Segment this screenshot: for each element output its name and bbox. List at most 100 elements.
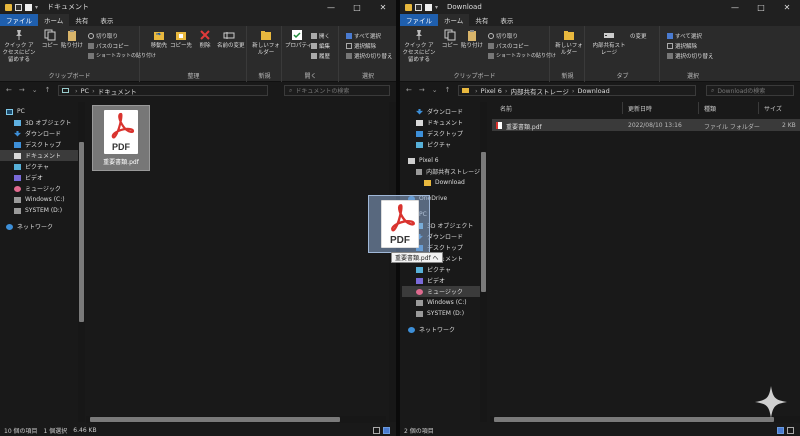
sidebar-item-pictures[interactable]: ピクチャ (0, 161, 78, 172)
file-item-selected[interactable]: PDF 重要書類.pdf (92, 105, 150, 171)
chevron-down-icon[interactable]: ▾ (35, 4, 41, 11)
tab-file[interactable]: ファイル (0, 14, 38, 26)
column-header-date[interactable]: 更新日時 (628, 103, 652, 113)
scrollbar-thumb[interactable] (79, 142, 84, 322)
sidebar-item-download[interactable]: ダウンロード (0, 128, 78, 139)
column-divider[interactable] (698, 102, 699, 114)
breadcrumb-pixel6[interactable]: Pixel 6 (481, 87, 502, 95)
paste-shortcut-button[interactable]: ショートカットの貼り付け (488, 52, 556, 59)
select-none-button[interactable]: 選択解除 (346, 42, 376, 50)
sidebar-item-music[interactable]: ミュージック (402, 286, 480, 297)
invert-selection-button[interactable]: 選択の切り替え (346, 52, 393, 60)
select-all-button[interactable]: すべて選択 (667, 32, 702, 40)
edit-button[interactable]: 編集 (311, 42, 330, 50)
sidebar-item-video[interactable]: ビデオ (0, 172, 78, 183)
sidebar-item-music[interactable]: ミュージック (0, 183, 78, 194)
sidebar-item-drive[interactable]: Windows (C:) (0, 194, 78, 205)
sidebar-item-network[interactable]: ネットワーク (0, 221, 78, 232)
tab-share[interactable]: 共有 (69, 14, 94, 26)
copy-path-button[interactable]: パスのコピー (488, 42, 529, 50)
pin-quick-access-button[interactable]: クイック アクセスにピン留めする (402, 29, 436, 64)
breadcrumb-documents[interactable]: ドキュメント (98, 86, 137, 96)
new-folder-quick-icon[interactable] (425, 3, 432, 11)
large-icons-view-icon[interactable] (787, 427, 794, 434)
forward-arrow-icon[interactable]: → (19, 86, 25, 94)
details-view-icon[interactable] (373, 427, 380, 434)
file-list-area[interactable]: PDF 重要書類.pdf (86, 100, 396, 422)
sidebar-item-phone[interactable]: Pixel 6 (402, 155, 480, 166)
select-none-button[interactable]: 選択解除 (667, 42, 697, 50)
storage-button[interactable]: 内部共有ストレージ (590, 29, 628, 57)
up-arrow-icon[interactable]: ↑ (445, 86, 451, 94)
sidebar-item-drive[interactable]: SYSTEM (D:) (0, 205, 78, 216)
pin-quick-access-button[interactable]: クイック アクセスにピン留めする (2, 29, 36, 64)
address-path[interactable]: › PC › ドキュメント (58, 85, 268, 96)
breadcrumb-storage[interactable]: 内部共有ストレージ (510, 86, 568, 96)
minimize-button[interactable]: — (722, 0, 748, 14)
table-row[interactable]: 重要書類.pdf 2022/08/10 13:16 ファイル フォルダー 2 K… (492, 119, 800, 131)
address-path[interactable]: › Pixel 6 › 内部共有ストレージ › Download (458, 85, 696, 96)
new-folder-button[interactable]: 新しいフォルダー (252, 29, 280, 57)
chevron-down-icon[interactable]: ▾ (435, 4, 441, 11)
sidebar-item-desktop[interactable]: デスクトップ (0, 139, 78, 150)
properties-quick-icon[interactable] (15, 3, 22, 11)
sidebar-item-drive[interactable]: Windows (C:) (402, 297, 480, 308)
search-box[interactable]: ⌕ ドキュメントの検索 (284, 85, 390, 96)
new-folder-quick-icon[interactable] (25, 3, 32, 11)
search-box[interactable]: ⌕ Downloadの検索 (706, 85, 794, 96)
close-button[interactable]: ✕ (774, 0, 800, 14)
large-icons-view-icon[interactable] (383, 427, 390, 434)
sidebar-item-3d-objects[interactable]: 3D オブジェクト (0, 117, 78, 128)
invert-selection-button[interactable]: 選択の切り替え (667, 52, 714, 60)
breadcrumb-download[interactable]: Download (577, 87, 609, 95)
copy-to-button[interactable]: コピー先 (169, 29, 193, 50)
back-arrow-icon[interactable]: ← (6, 86, 12, 94)
sidebar-item-documents[interactable]: ドキュメント (402, 117, 480, 128)
navigation-scrollbar[interactable] (480, 102, 487, 422)
sidebar-item-documents[interactable]: ドキュメント (0, 150, 78, 161)
copy-path-button[interactable]: パスのコピー (88, 42, 129, 50)
sidebar-item-network[interactable]: ネットワーク (402, 324, 480, 335)
close-button[interactable]: ✕ (370, 0, 396, 14)
copy-button[interactable]: コピー (38, 29, 62, 50)
back-arrow-icon[interactable]: ← (406, 86, 412, 94)
cut-button[interactable]: 切り取り (88, 32, 118, 40)
rename-button[interactable]: 名前の変更 (217, 29, 245, 50)
delete-button[interactable]: 削除 (193, 29, 217, 50)
properties-quick-icon[interactable] (415, 3, 422, 11)
tab-home[interactable]: ホーム (38, 14, 70, 26)
sidebar-item-pictures[interactable]: ピクチャ (402, 139, 480, 150)
move-to-button[interactable]: 移動先 (147, 29, 171, 50)
horizontal-scrollbar[interactable] (86, 416, 386, 423)
properties-button[interactable]: プロパティ (285, 29, 312, 50)
tab-view[interactable]: 表示 (94, 14, 119, 26)
select-all-button[interactable]: すべて選択 (346, 32, 381, 40)
open-button[interactable]: 開く (311, 32, 330, 40)
minimize-button[interactable]: — (318, 0, 344, 14)
up-arrow-icon[interactable]: ↑ (45, 86, 51, 94)
copy-button[interactable]: コピー (438, 29, 462, 50)
recent-locations-icon[interactable]: ⌄ (432, 86, 438, 94)
column-header-size[interactable]: サイズ (764, 103, 782, 113)
column-header-name[interactable]: 名前 (500, 103, 512, 113)
sidebar-item-storage[interactable]: 内部共有ストレージ (402, 166, 480, 177)
sidebar-item-pictures[interactable]: ピクチャ (402, 264, 480, 275)
maximize-button[interactable]: □ (748, 0, 774, 14)
scrollbar-thumb[interactable] (90, 417, 340, 422)
tab-file[interactable]: ファイル (400, 14, 438, 26)
sidebar-item-video[interactable]: ビデオ (402, 275, 480, 286)
column-header-type[interactable]: 種類 (704, 103, 716, 113)
navigation-scrollbar[interactable] (78, 102, 85, 422)
sidebar-item-download[interactable]: ダウンロード (402, 106, 480, 117)
change-button[interactable]: の変更 (630, 32, 647, 40)
maximize-button[interactable]: □ (344, 0, 370, 14)
column-divider[interactable] (758, 102, 759, 114)
recent-locations-icon[interactable]: ⌄ (32, 86, 38, 94)
tab-share[interactable]: 共有 (469, 14, 494, 26)
paste-button[interactable]: 貼り付け (60, 29, 84, 50)
new-folder-button[interactable]: 新しいフォルダー (555, 29, 583, 57)
forward-arrow-icon[interactable]: → (419, 86, 425, 94)
history-button[interactable]: 履歴 (311, 52, 330, 60)
scrollbar-thumb[interactable] (481, 152, 486, 292)
column-divider[interactable] (622, 102, 623, 114)
